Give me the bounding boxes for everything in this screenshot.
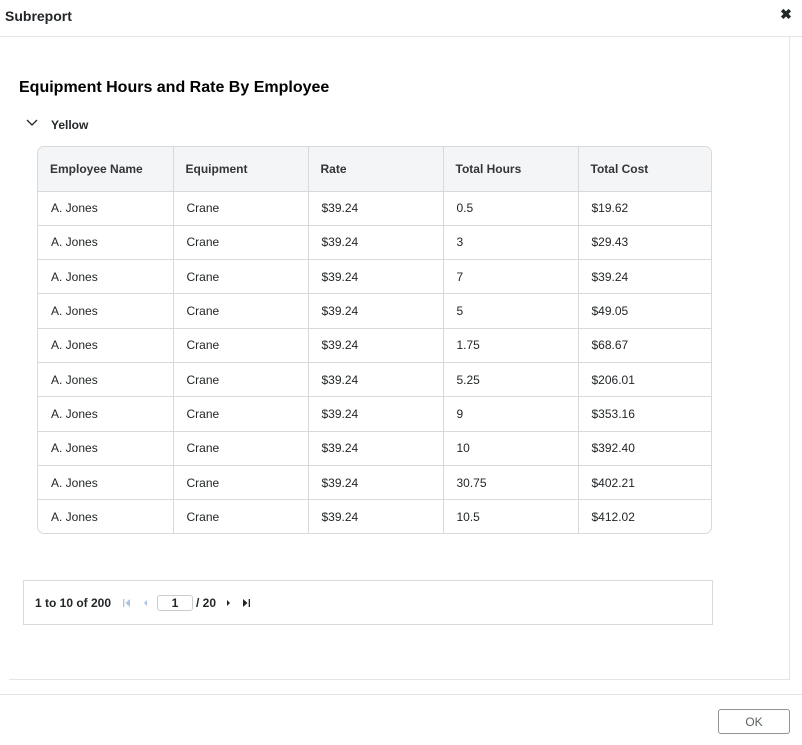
table-cell: A. Jones [38, 225, 174, 261]
group-label: Yellow [51, 118, 89, 132]
table-cell: Crane [173, 293, 309, 329]
dialog-footer [0, 694, 802, 745]
dialog-title: Subreport [5, 8, 72, 24]
chevron-down-icon[interactable] [25, 116, 39, 130]
table-cell: A. Jones [38, 259, 174, 295]
table-row[interactable]: A. Jones Crane $39.24 9 $353.16 [38, 396, 711, 432]
table-cell: 9 [443, 396, 579, 432]
table-cell: $39.24 [578, 259, 711, 295]
table-cell: $402.21 [578, 465, 711, 501]
column-header[interactable]: Employee Name [38, 147, 174, 192]
table-cell: $39.24 [308, 499, 444, 533]
column-header[interactable]: Equipment [173, 147, 309, 192]
table-row[interactable]: A. Jones Crane $39.24 1.75 $68.67 [38, 328, 711, 363]
table-row[interactable]: A. Jones Crane $39.24 7 $39.24 [38, 259, 711, 295]
table-cell: $49.05 [578, 293, 711, 329]
table-cell: 10 [443, 431, 579, 466]
table-cell: $392.40 [578, 431, 711, 466]
table-row[interactable]: A. Jones Crane $39.24 10.5 $412.02 [38, 499, 711, 533]
table-cell: Crane [173, 191, 309, 226]
data-grid: Employee Name Equipment Rate Total Hours… [37, 146, 712, 534]
table-cell: $39.24 [308, 191, 444, 226]
ok-button[interactable]: OK [718, 709, 790, 734]
table-cell: Crane [173, 259, 309, 295]
table-row[interactable]: A. Jones Crane $39.24 30.75 $402.21 [38, 465, 711, 501]
table-row[interactable]: A. Jones Crane $39.24 0.5 $19.62 [38, 191, 711, 226]
table-cell: Crane [173, 431, 309, 466]
last-page-icon[interactable] [241, 597, 251, 609]
table-row[interactable]: A. Jones Crane $39.24 3 $29.43 [38, 225, 711, 261]
table-row[interactable]: A. Jones Crane $39.24 5.25 $206.01 [38, 362, 711, 398]
close-icon[interactable]: ✖ [778, 5, 794, 23]
table-cell: $412.02 [591, 510, 635, 525]
table-cell: $39.24 [308, 431, 444, 466]
table-row[interactable]: A. Jones Crane $39.24 10 $392.40 [38, 431, 711, 466]
table-cell: $39.24 [308, 465, 444, 501]
table-cell: $39.24 [308, 259, 444, 295]
first-page-icon[interactable] [122, 597, 132, 609]
table-cell: A. Jones [38, 465, 174, 501]
table-cell: $19.62 [578, 191, 711, 226]
table-cell: A. Jones [38, 191, 174, 226]
table-cell: A. Jones [38, 431, 174, 466]
dialog-titlebar: Subreport ✖ [0, 0, 802, 37]
column-header[interactable]: Rate [308, 147, 444, 192]
table-cell: A. Jones [38, 328, 174, 363]
table-cell: $206.01 [578, 362, 711, 398]
table-cell: 3 [443, 225, 579, 261]
column-header[interactable]: Total Cost [578, 147, 711, 192]
table-cell: 1.75 [443, 328, 579, 363]
table-cell: Crane [173, 499, 309, 533]
table-cell: $68.67 [578, 328, 711, 363]
table-cell: Crane [173, 396, 309, 432]
page-total: / 20 [196, 596, 217, 610]
table-cell: Crane [173, 225, 309, 261]
pagination-bar: 1 to 10 of 200 / 20 [23, 580, 713, 625]
table-cell: 0.5 [443, 191, 579, 226]
table-cell: $29.43 [578, 225, 711, 261]
table-cell: 5.25 [443, 362, 579, 398]
table-cell: 7 [443, 259, 579, 295]
pagination-summary: 1 to 10 of 200 [35, 596, 112, 610]
table-cell: $39.24 [308, 362, 444, 398]
table-cell: $39.24 [308, 225, 444, 261]
column-header[interactable]: Total Hours [443, 147, 579, 192]
table-cell: Crane [173, 328, 309, 363]
table-cell: Crane [173, 362, 309, 398]
table-cell: $39.24 [308, 396, 444, 432]
header-row: Employee Name Equipment Rate Total Hours… [38, 147, 711, 192]
table-cell: $353.16 [578, 396, 711, 432]
report-title: Equipment Hours and Rate By Employee [19, 79, 330, 96]
table-cell: $39.24 [308, 293, 444, 329]
table-cell: 10.5 [443, 499, 579, 533]
table-cell: Crane [173, 465, 309, 501]
next-page-icon[interactable] [223, 597, 233, 609]
previous-page-icon[interactable] [141, 597, 151, 609]
table-cell: 5 [443, 293, 579, 329]
table-cell: $39.24 [308, 328, 444, 363]
table-cell: A. Jones [38, 293, 174, 329]
table-cell: 30.75 [443, 465, 579, 501]
table-row[interactable]: A. Jones Crane $39.24 5 $49.05 [38, 293, 711, 329]
page-number-input[interactable] [157, 595, 193, 611]
table-cell: A. Jones [38, 499, 174, 533]
table-cell: A. Jones [38, 396, 174, 432]
table-cell: A. Jones [38, 362, 174, 398]
